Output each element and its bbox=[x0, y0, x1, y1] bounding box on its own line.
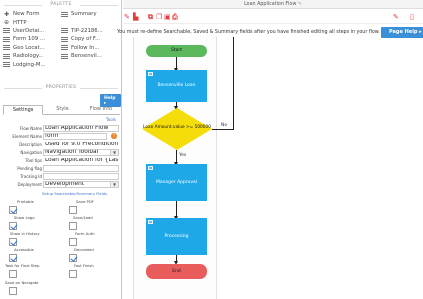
notice-text: You must re-define Searchable, Saved & S… bbox=[117, 30, 380, 35]
no-label: No bbox=[221, 123, 228, 128]
navigation-select[interactable]: Navigation Toolbar ▼ bbox=[43, 149, 119, 156]
form-icon bbox=[148, 220, 153, 224]
left-panel: PALETTE ✚ New Form Summary ⊕ HTTP UserDeta… bbox=[0, 0, 122, 299]
description-value[interactable]: Used for 9.0 Precondition bbox=[43, 141, 119, 148]
field-tooltips: Tool tips Loan Application for {LastName… bbox=[25, 157, 119, 164]
field-navigation: Navigation Navigation Toolbar ▼ bbox=[0, 149, 122, 156]
pencil-icon[interactable]: ✎ bbox=[124, 13, 130, 21]
palette-item-form[interactable]: Copy of F... bbox=[61, 36, 119, 42]
edit-icon[interactable]: ✎ bbox=[298, 2, 302, 7]
list-icon bbox=[61, 11, 68, 17]
form-auth-checkbox[interactable] bbox=[69, 238, 77, 246]
palette-item-summary[interactable]: Summary bbox=[61, 11, 119, 17]
info-icon[interactable]: ! bbox=[111, 133, 117, 139]
list-icon bbox=[3, 62, 10, 68]
properties-tabs: Settings Style Flow Info bbox=[3, 105, 120, 115]
palette-list: ✚ New Form Summary ⊕ HTTP UserDetai... TIP… bbox=[3, 10, 121, 69]
wrench-icon[interactable]: ✎ bbox=[393, 13, 399, 21]
palette-item-form[interactable]: Bensenvil... bbox=[61, 53, 119, 59]
no-branch-line bbox=[233, 37, 234, 130]
deployment-select[interactable]: Development ▼ bbox=[43, 181, 119, 188]
list-icon bbox=[3, 28, 10, 34]
show-logo-checkbox[interactable] bbox=[9, 222, 17, 230]
globe-icon: ⊕ bbox=[3, 19, 10, 26]
chevron-down-icon: ▼ bbox=[110, 150, 118, 155]
decision-label: Loan Amount.value >= 500000 bbox=[143, 125, 211, 130]
lock-icon[interactable]: ▣ bbox=[164, 13, 171, 21]
tab-style[interactable]: Style bbox=[43, 105, 81, 114]
print-icon[interactable]: ⎙ bbox=[172, 13, 178, 22]
field-tracking-id: Tracking Id bbox=[0, 173, 122, 180]
palette-item-form[interactable]: Form 109 ... bbox=[3, 36, 61, 42]
no-branch-line bbox=[212, 129, 234, 130]
field-pending-flag: Pending flag bbox=[0, 165, 122, 172]
tab-flow-info[interactable]: Flow Info bbox=[82, 105, 120, 114]
tools-link[interactable]: Tools bbox=[106, 117, 116, 122]
field-deployment: Deployment Development ▼ bbox=[0, 181, 122, 188]
list-icon bbox=[61, 36, 68, 42]
palette-item-form[interactable]: TIP-22186... bbox=[61, 28, 119, 34]
title-bar: Loan Application Flow ✎ bbox=[123, 0, 423, 9]
share-icon[interactable]: ⧉ bbox=[148, 13, 153, 22]
list-icon bbox=[3, 36, 10, 42]
toolbar: ✎ ▙ ⧉ ❐ ▣ ⎙ ✎ ▯ bbox=[123, 10, 423, 24]
bookmark-icon[interactable]: ▯ bbox=[410, 13, 414, 21]
properties-title: PROPERTIES bbox=[0, 85, 122, 90]
save-on-navigate-checkbox[interactable] bbox=[9, 287, 17, 295]
chevron-right-icon: ▸ bbox=[419, 29, 422, 35]
field-description: Description Used for 9.0 Precondition bbox=[19, 141, 119, 148]
window-title: Loan Application Flow ✎ bbox=[244, 2, 302, 7]
tracking-id-input[interactable] bbox=[43, 173, 119, 180]
list-icon bbox=[3, 53, 10, 59]
palette-item-form[interactable]: Radiology... bbox=[3, 53, 61, 59]
palette-item-form[interactable]: UserDetai... bbox=[3, 28, 61, 34]
decision-node[interactable]: Loan Amount.value >= 500000 bbox=[142, 108, 212, 150]
end-node[interactable]: End bbox=[146, 264, 207, 279]
save-pdf-checkbox[interactable] bbox=[69, 206, 77, 214]
chevron-down-icon: ▼ bbox=[110, 182, 118, 187]
palette-item-form[interactable]: Geo Locat... bbox=[3, 45, 61, 51]
yes-label: Yes bbox=[179, 153, 187, 158]
tooltips-value[interactable]: Loan Application for {LastName} bbox=[43, 157, 119, 164]
palette-title: PALETTE bbox=[0, 2, 122, 7]
fast-finish-checkbox[interactable] bbox=[69, 270, 77, 278]
list-icon bbox=[61, 45, 68, 51]
field-element-name: Element Name form ! bbox=[0, 133, 122, 140]
page-help-button[interactable]: Page Help ▸ bbox=[381, 27, 423, 38]
start-node[interactable]: Start bbox=[146, 45, 207, 57]
step-loan-application[interactable]: Bensenville Loan Applicati... bbox=[146, 70, 207, 120]
palette-item-form[interactable]: Lodging-M... bbox=[3, 62, 61, 68]
plus-icon: ✚ bbox=[3, 11, 10, 18]
form-icon bbox=[148, 72, 153, 76]
copy-icon[interactable]: ❐ bbox=[156, 13, 162, 21]
save-load-checkbox[interactable] bbox=[69, 222, 77, 230]
setup-searchable-fields-link[interactable]: Setup Searchable/Summary Fields bbox=[42, 191, 107, 196]
form-icon bbox=[148, 166, 153, 170]
palette-item-new-form[interactable]: ✚ New Form bbox=[3, 11, 61, 17]
list-icon bbox=[61, 53, 68, 59]
task-for-final-step-checkbox[interactable] bbox=[9, 270, 17, 278]
palette-item-form[interactable]: Follow In... bbox=[61, 45, 119, 51]
list-icon bbox=[61, 28, 68, 34]
field-flow-name: Flow Name Loan Application Flow bbox=[0, 125, 122, 132]
document-icon[interactable]: ▙ bbox=[133, 13, 138, 21]
printable-checkbox[interactable] bbox=[9, 206, 17, 214]
step-manager-approval[interactable]: Manager Approval bbox=[146, 164, 207, 201]
element-name-input[interactable]: form bbox=[43, 133, 107, 140]
list-icon bbox=[3, 45, 10, 51]
tab-settings[interactable]: Settings bbox=[3, 105, 44, 115]
pending-flag-input[interactable] bbox=[43, 165, 119, 172]
step-processing[interactable]: Processing bbox=[146, 218, 207, 255]
accessible-checkbox[interactable] bbox=[9, 254, 17, 262]
palette-item-http[interactable]: ⊕ HTTP bbox=[3, 20, 61, 26]
decorated-checkbox[interactable] bbox=[69, 254, 77, 262]
flow-name-input[interactable]: Loan Application Flow bbox=[43, 125, 119, 132]
show-in-history-checkbox[interactable] bbox=[9, 238, 17, 246]
